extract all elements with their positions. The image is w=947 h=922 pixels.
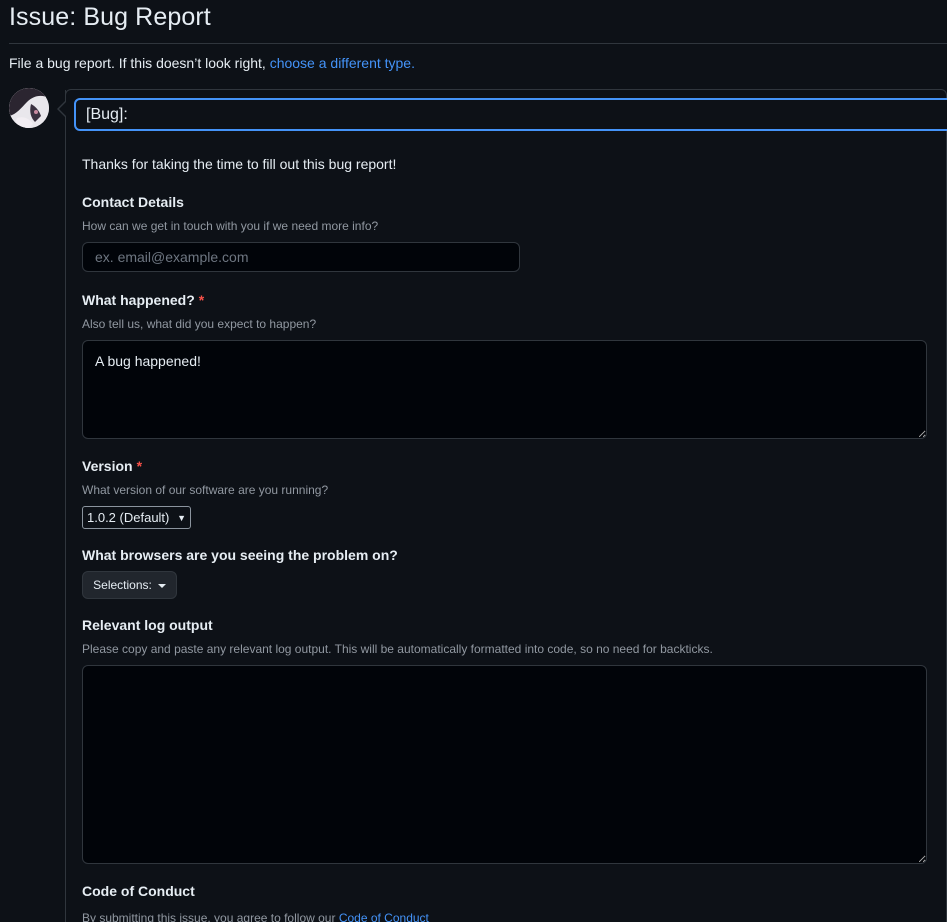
coc-description-text: By submitting this issue, you agree to f…	[82, 911, 336, 922]
dropdown-caret-icon	[157, 583, 166, 588]
version-description: What version of our software are you run…	[82, 483, 329, 497]
intro-message: File a bug report. If this doesn’t look …	[9, 55, 266, 71]
log-output-label: Relevant log output	[82, 617, 213, 633]
what-happened-textarea[interactable]: A bug happened!	[82, 340, 927, 439]
version-label: Version *	[82, 458, 142, 474]
page-title: Issue: Bug Report	[9, 3, 211, 31]
browsers-selections-button[interactable]: Selections:	[82, 571, 177, 599]
avatar-image	[9, 88, 49, 128]
contact-details-description: How can we get in touch with you if we n…	[82, 219, 379, 233]
issue-title-input[interactable]	[74, 98, 947, 131]
code-of-conduct-link[interactable]: Code of Conduct	[339, 911, 429, 922]
what-happened-description: Also tell us, what did you expect to hap…	[82, 317, 317, 331]
what-happened-label: What happened? *	[82, 292, 204, 308]
form-intro-text: Thanks for taking the time to fill out t…	[82, 156, 397, 172]
user-avatar[interactable]	[9, 88, 49, 128]
what-happened-label-text: What happened?	[82, 292, 195, 308]
version-select[interactable]: 1.0.2 (Default) ▼	[82, 506, 191, 529]
required-marker: *	[198, 292, 205, 308]
title-divider	[9, 43, 947, 44]
comment-caret-fill	[59, 102, 66, 116]
log-output-description: Please copy and paste any relevant log o…	[82, 642, 713, 656]
code-of-conduct-description: By submitting this issue, you agree to f…	[82, 911, 429, 922]
intro-text: File a bug report. If this doesn’t look …	[9, 55, 415, 71]
log-output-textarea[interactable]	[82, 665, 927, 864]
browsers-button-label: Selections:	[93, 578, 152, 592]
required-marker: *	[136, 458, 143, 474]
version-selected-value: 1.0.2 (Default)	[87, 510, 170, 525]
contact-email-input[interactable]	[82, 242, 520, 272]
choose-different-type-link[interactable]: choose a different type.	[270, 55, 415, 71]
issue-form-page: Issue: Bug Report File a bug report. If …	[0, 0, 947, 922]
code-of-conduct-label: Code of Conduct	[82, 883, 195, 899]
contact-details-label: Contact Details	[82, 194, 184, 210]
version-label-text: Version	[82, 458, 133, 474]
chevron-down-icon: ▼	[177, 512, 186, 523]
browsers-label: What browsers are you seeing the problem…	[82, 547, 398, 563]
